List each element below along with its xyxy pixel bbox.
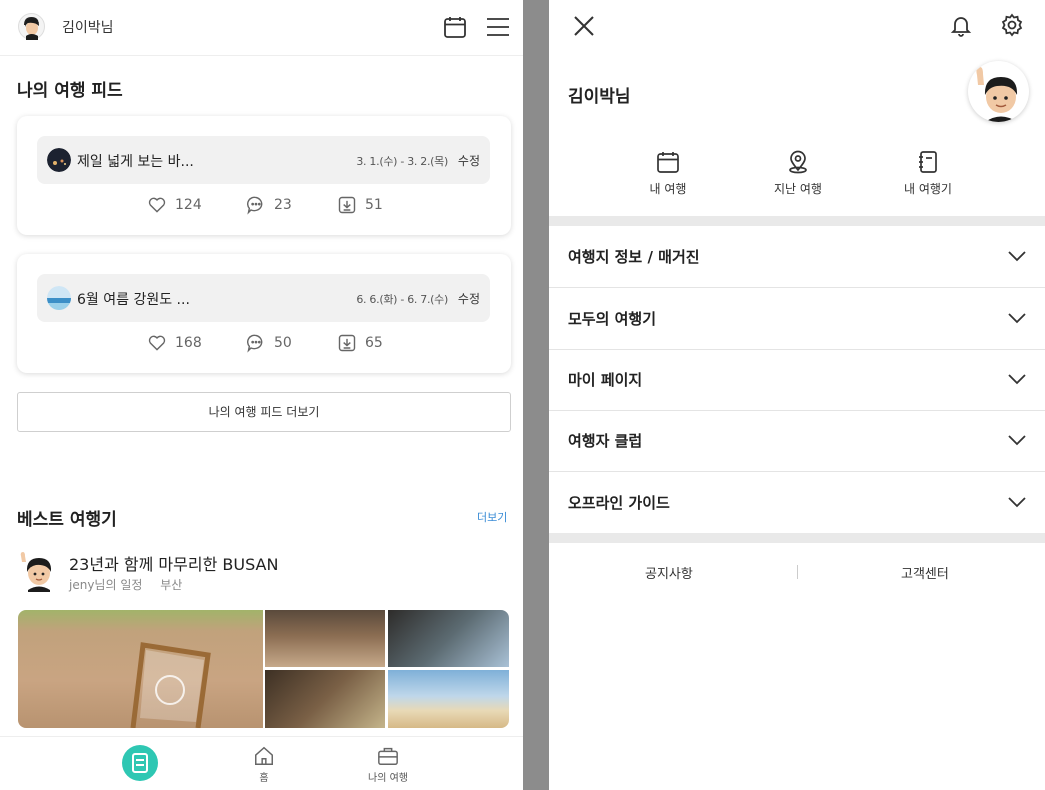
quick-my-trip[interactable]: 내 여행 bbox=[623, 150, 713, 197]
post-photo-main[interactable] bbox=[18, 610, 263, 728]
calendar-icon bbox=[657, 152, 679, 173]
feed-more-button[interactable]: 나의 여행 피드 더보기 bbox=[17, 392, 511, 432]
post-location: 부산 bbox=[160, 578, 183, 592]
post-author-avatar[interactable] bbox=[18, 550, 60, 592]
download-count: 51 bbox=[365, 197, 383, 213]
like-count: 124 bbox=[175, 197, 202, 213]
like-stat[interactable]: 168 bbox=[147, 332, 202, 354]
feed-thumbnail bbox=[47, 286, 71, 310]
menu-item-label: 모두의 여행기 bbox=[568, 310, 657, 328]
edit-button[interactable]: 수정 bbox=[458, 152, 480, 169]
menu-item-label: 마이 페이지 bbox=[568, 371, 643, 389]
nav-home[interactable]: 홈 bbox=[248, 745, 280, 784]
feed-dates: 6. 6.(화) - 6. 7.(수) bbox=[356, 293, 448, 306]
drawer-avatar[interactable] bbox=[968, 61, 1029, 122]
download-count: 65 bbox=[365, 335, 383, 351]
feed-dates: 3. 1.(수) - 3. 2.(목) bbox=[356, 155, 448, 168]
menu-item-label: 여행지 정보 / 매거진 bbox=[568, 248, 700, 266]
heart-icon bbox=[148, 335, 166, 351]
post-photo[interactable] bbox=[265, 670, 385, 728]
main-page: 김이박님 나의 여행 피드 제일 넓게 보는 바... 3. 1.(수) - 3… bbox=[0, 0, 523, 790]
like-count: 168 bbox=[175, 335, 202, 351]
feed-card[interactable]: 제일 넓게 보는 바... 3. 1.(수) - 3. 2.(목) 수정 124… bbox=[17, 116, 511, 235]
drawer-backdrop[interactable] bbox=[523, 0, 549, 790]
gear-icon[interactable] bbox=[1000, 13, 1024, 37]
menu-item-label: 여행자 클럽 bbox=[568, 432, 643, 450]
like-stat[interactable]: 124 bbox=[147, 194, 202, 216]
feed-name: 6월 여름 강원도 ... bbox=[77, 292, 190, 308]
nav-trip-fab[interactable] bbox=[122, 745, 158, 781]
quick-my-travelogue[interactable]: 내 여행기 bbox=[883, 150, 973, 197]
top-bar: 김이박님 bbox=[0, 0, 523, 56]
calendar-icon[interactable] bbox=[443, 15, 467, 39]
quick-past-trip[interactable]: 지난 여행 bbox=[753, 150, 843, 197]
menu-item-label: 오프라인 가이드 bbox=[568, 494, 670, 512]
menu-item-traveler-club[interactable]: 여행자 클럽 bbox=[549, 410, 1045, 472]
best-travelogue-title: 베스트 여행기 bbox=[17, 510, 117, 530]
nav-home-label: 홈 bbox=[259, 773, 269, 784]
comment-count: 23 bbox=[274, 197, 292, 213]
best-more-link[interactable]: 더보기 bbox=[477, 509, 507, 525]
chevron-down-icon bbox=[1008, 251, 1026, 262]
feed-card-header[interactable]: 6월 여름 강원도 ... 6. 6.(화) - 6. 7.(수) 수정 bbox=[37, 274, 490, 322]
post-photo[interactable] bbox=[388, 610, 509, 667]
divider bbox=[549, 533, 1045, 543]
download-icon bbox=[338, 196, 356, 214]
side-drawer: 김이박님 내 여행 지난 여행 내 여행기 여행지 정보 / 매거진 모두의 여… bbox=[549, 0, 1045, 790]
home-icon bbox=[255, 746, 273, 765]
notice-link[interactable]: 공지사항 bbox=[645, 563, 693, 582]
chevron-down-icon bbox=[1008, 435, 1026, 446]
post-photo[interactable] bbox=[265, 610, 385, 667]
chevron-down-icon bbox=[1008, 374, 1026, 385]
nav-my-trip[interactable]: 나의 여행 bbox=[360, 745, 416, 784]
map-pin-icon bbox=[789, 150, 807, 174]
comment-icon bbox=[247, 334, 263, 353]
download-stat[interactable]: 65 bbox=[337, 332, 383, 354]
menu-item-destination-magazine[interactable]: 여행지 정보 / 매거진 bbox=[549, 226, 1045, 288]
menu-item-offline-guide[interactable]: 오프라인 가이드 bbox=[549, 472, 1045, 534]
comment-stat[interactable]: 50 bbox=[246, 332, 292, 354]
my-feed-title: 나의 여행 피드 bbox=[17, 81, 123, 101]
footer-separator bbox=[797, 565, 798, 579]
chevron-down-icon bbox=[1008, 497, 1026, 508]
bottom-nav: 홈 나의 여행 bbox=[0, 736, 523, 790]
divider bbox=[549, 216, 1045, 226]
username: 김이박님 bbox=[62, 20, 114, 36]
feed-card[interactable]: 6월 여름 강원도 ... 6. 6.(화) - 6. 7.(수) 수정 168… bbox=[17, 254, 511, 373]
comment-icon bbox=[247, 196, 263, 215]
quick-my-trip-label: 내 여행 bbox=[649, 182, 687, 196]
feed-name: 제일 넓게 보는 바... bbox=[77, 154, 194, 170]
close-icon[interactable] bbox=[571, 13, 597, 39]
comment-count: 50 bbox=[274, 335, 292, 351]
suitcase-icon bbox=[378, 747, 398, 765]
avatar[interactable] bbox=[18, 13, 45, 40]
post-photo[interactable] bbox=[388, 670, 509, 728]
feed-card-header[interactable]: 제일 넓게 보는 바... 3. 1.(수) - 3. 2.(목) 수정 bbox=[37, 136, 490, 184]
chevron-down-icon bbox=[1008, 313, 1026, 324]
post-title[interactable]: 23년과 함께 마무리한 BUSAN bbox=[69, 551, 278, 575]
post-author: jeny님의 일정 bbox=[69, 578, 143, 592]
bell-icon[interactable] bbox=[949, 13, 973, 37]
feed-thumbnail bbox=[47, 148, 71, 172]
heart-icon bbox=[148, 197, 166, 213]
post-meta: jeny님의 일정 부산 bbox=[69, 576, 196, 593]
menu-item-all-travelogues[interactable]: 모두의 여행기 bbox=[549, 288, 1045, 350]
comment-stat[interactable]: 23 bbox=[246, 194, 292, 216]
quick-past-trip-label: 지난 여행 bbox=[774, 182, 822, 196]
customer-center-link[interactable]: 고객센터 bbox=[901, 563, 949, 582]
edit-button[interactable]: 수정 bbox=[458, 290, 480, 307]
nav-my-trip-label: 나의 여행 bbox=[368, 773, 408, 784]
hamburger-menu-icon[interactable] bbox=[486, 15, 510, 39]
notebook-icon bbox=[919, 151, 937, 173]
download-stat[interactable]: 51 bbox=[337, 194, 383, 216]
drawer-username: 김이박님 bbox=[568, 87, 631, 107]
app: 김이박님 나의 여행 피드 제일 넓게 보는 바... 3. 1.(수) - 3… bbox=[0, 0, 1045, 790]
quick-my-travelogue-label: 내 여행기 bbox=[904, 182, 952, 196]
menu-item-my-page[interactable]: 마이 페이지 bbox=[549, 349, 1045, 411]
download-icon bbox=[338, 334, 356, 352]
